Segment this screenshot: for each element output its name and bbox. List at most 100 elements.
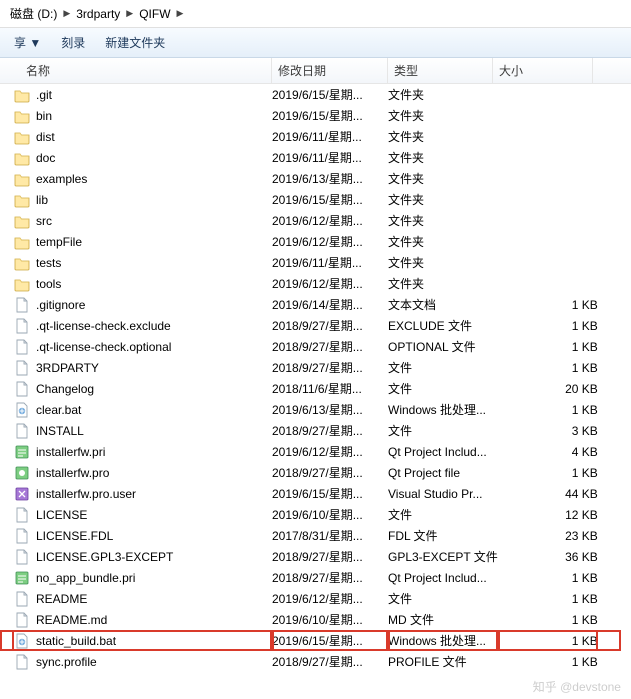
file-size: 1 KB	[498, 630, 598, 651]
table-row[interactable]: tempFile2019/6/12/星期...文件夹	[0, 231, 631, 252]
toolbar: 享 ▼ 刻录 新建文件夹	[0, 28, 631, 58]
file-date: 2019/6/15/星期...	[272, 84, 388, 105]
file-icon	[14, 381, 30, 397]
file-name: tempFile	[36, 235, 82, 249]
file-date: 2019/6/11/星期...	[272, 147, 388, 168]
file-name: 3RDPARTY	[36, 361, 99, 375]
file-size	[498, 252, 598, 273]
file-icon	[14, 612, 30, 628]
file-size	[498, 231, 598, 252]
table-row[interactable]: installerfw.pro.user2019/6/15/星期...Visua…	[0, 483, 631, 504]
file-name: LICENSE.GPL3-EXCEPT	[36, 550, 173, 564]
file-date: 2018/9/27/星期...	[272, 420, 388, 441]
table-row[interactable]: lib2019/6/15/星期...文件夹	[0, 189, 631, 210]
table-row[interactable]: doc2019/6/11/星期...文件夹	[0, 147, 631, 168]
table-row[interactable]: README2019/6/12/星期...文件1 KB	[0, 588, 631, 609]
file-type: GPL3-EXCEPT 文件	[388, 546, 498, 567]
file-name: .git	[36, 88, 52, 102]
file-name: dist	[36, 130, 55, 144]
file-size: 12 KB	[498, 504, 598, 525]
file-date: 2019/6/12/星期...	[272, 273, 388, 294]
col-header-name[interactable]: 名称	[0, 58, 272, 83]
file-name: LICENSE.FDL	[36, 529, 113, 543]
file-name: doc	[36, 151, 55, 165]
breadcrumb-seg-qifw[interactable]: QIFW	[135, 5, 174, 23]
file-icon	[14, 654, 30, 670]
table-row[interactable]: 3RDPARTY2018/9/27/星期...文件1 KB	[0, 357, 631, 378]
file-name: tools	[36, 277, 61, 291]
folder-icon	[14, 171, 30, 187]
file-date: 2019/6/13/星期...	[272, 168, 388, 189]
file-date: 2019/6/15/星期...	[272, 483, 388, 504]
col-header-size[interactable]: 大小	[493, 58, 593, 83]
file-size: 1 KB	[498, 315, 598, 336]
file-name: LICENSE	[36, 508, 87, 522]
share-button[interactable]: 享 ▼	[4, 30, 51, 55]
table-row[interactable]: dist2019/6/11/星期...文件夹	[0, 126, 631, 147]
new-folder-label: 新建文件夹	[105, 34, 165, 51]
bat-icon	[14, 402, 30, 418]
table-row[interactable]: no_app_bundle.pri2018/9/27/星期...Qt Proje…	[0, 567, 631, 588]
table-row[interactable]: tests2019/6/11/星期...文件夹	[0, 252, 631, 273]
file-type: 文本文档	[388, 294, 498, 315]
file-type: Windows 批处理...	[388, 630, 498, 651]
col-header-type[interactable]: 类型	[388, 58, 493, 83]
file-date: 2018/9/27/星期...	[272, 546, 388, 567]
table-row[interactable]: examples2019/6/13/星期...文件夹	[0, 168, 631, 189]
folder-icon	[14, 234, 30, 250]
file-size	[498, 273, 598, 294]
file-name: README	[36, 592, 87, 606]
table-row[interactable]: installerfw.pro2018/9/27/星期...Qt Project…	[0, 462, 631, 483]
file-size: 23 KB	[498, 525, 598, 546]
table-row[interactable]: .qt-license-check.optional 2018/9/27/星期..…	[0, 336, 631, 357]
col-header-date[interactable]: 修改日期	[272, 58, 388, 83]
breadcrumb[interactable]: 磁盘 (D:) ▶ 3rdparty ▶ QIFW ▶	[0, 0, 631, 28]
breadcrumb-seg-3rdparty[interactable]: 3rdparty	[72, 5, 124, 23]
file-icon	[14, 297, 30, 313]
file-type: 文件夹	[388, 210, 498, 231]
file-size	[498, 105, 598, 126]
file-date: 2019/6/10/星期...	[272, 609, 388, 630]
file-type: 文件夹	[388, 168, 498, 189]
table-row[interactable]: .gitignore2019/6/14/星期...文本文档1 KB	[0, 294, 631, 315]
file-date: 2019/6/14/星期...	[272, 294, 388, 315]
table-row[interactable]: src2019/6/12/星期...文件夹	[0, 210, 631, 231]
table-row[interactable]: Changelog2018/11/6/星期...文件20 KB	[0, 378, 631, 399]
table-row[interactable]: LICENSE2019/6/10/星期...文件12 KB	[0, 504, 631, 525]
file-name: .qt-license-check.optional	[36, 340, 171, 354]
file-name: src	[36, 214, 52, 228]
file-name: .gitignore	[36, 298, 85, 312]
table-row[interactable]: clear.bat2019/6/13/星期...Windows 批处理...1 …	[0, 399, 631, 420]
file-size: 1 KB	[498, 588, 598, 609]
table-row[interactable]: LICENSE.GPL3-EXCEPT 2018/9/27/星期...GPL3-E…	[0, 546, 631, 567]
file-type: PROFILE 文件	[388, 651, 498, 672]
file-type: Qt Project Includ...	[388, 567, 498, 588]
breadcrumb-seg-drive[interactable]: 磁盘 (D:)	[6, 3, 61, 24]
file-date: 2018/9/27/星期...	[272, 336, 388, 357]
pri-icon	[14, 444, 30, 460]
file-name: sync.profile	[36, 655, 97, 669]
folder-icon	[14, 255, 30, 271]
folder-icon	[14, 87, 30, 103]
file-name: INSTALL	[36, 424, 84, 438]
table-row[interactable]: sync.profile2018/9/27/星期...PROFILE 文件1 K…	[0, 651, 631, 672]
file-icon	[14, 507, 30, 523]
burn-button[interactable]: 刻录	[51, 30, 95, 55]
table-row[interactable]: .qt-license-check.exclude2018/9/27/星期...…	[0, 315, 631, 336]
table-row[interactable]: static_build.bat2019/6/15/星期...Windows 批…	[0, 630, 631, 651]
table-row[interactable]: installerfw.pri2019/6/12/星期...Qt Project…	[0, 441, 631, 462]
file-type: OPTIONAL 文件	[388, 336, 498, 357]
table-row[interactable]: INSTALL2018/9/27/星期...文件3 KB	[0, 420, 631, 441]
file-icon	[14, 528, 30, 544]
new-folder-button[interactable]: 新建文件夹	[95, 30, 175, 55]
table-row[interactable]: .git2019/6/15/星期...文件夹	[0, 84, 631, 105]
file-type: MD 文件	[388, 609, 498, 630]
folder-icon	[14, 150, 30, 166]
file-type: 文件夹	[388, 252, 498, 273]
table-row[interactable]: LICENSE.FDL2017/8/31/星期...FDL 文件23 KB	[0, 525, 631, 546]
chevron-right-icon: ▶	[175, 8, 186, 19]
table-row[interactable]: bin2019/6/15/星期...文件夹	[0, 105, 631, 126]
file-size	[498, 168, 598, 189]
table-row[interactable]: README.md2019/6/10/星期...MD 文件1 KB	[0, 609, 631, 630]
table-row[interactable]: tools2019/6/12/星期...文件夹	[0, 273, 631, 294]
